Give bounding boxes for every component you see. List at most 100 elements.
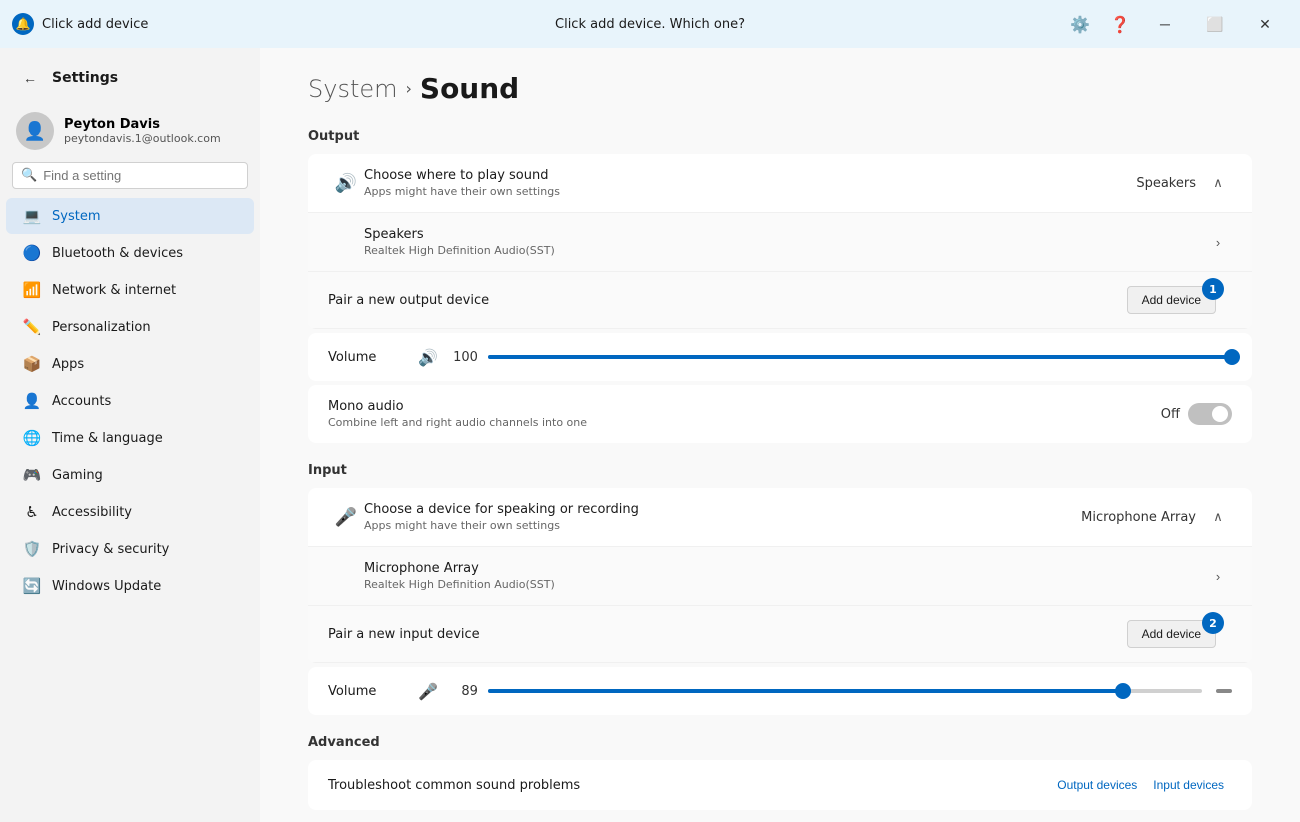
mic-array-row[interactable]: Microphone Array Realtek High Definition… [308,547,1252,606]
sidebar-item-label-privacy: Privacy & security [52,542,169,557]
mic-array-right: › [1204,562,1232,590]
mic-array-chevron[interactable]: › [1204,562,1232,590]
sidebar-item-label-accounts: Accounts [52,394,111,409]
choose-output-right: Speakers ∧ [1136,169,1232,197]
close-button[interactable]: ✕ [1242,8,1288,40]
mono-audio-row: Mono audio Combine left and right audio … [308,385,1252,443]
output-card: 🔊 Choose where to play sound Apps might … [308,154,1252,329]
choose-input-right: Microphone Array ∧ [1081,503,1232,531]
input-card: 🎤 Choose a device for speaking or record… [308,488,1252,663]
choose-output-subtitle: Apps might have their own settings [364,185,1136,198]
input-slider-track [488,689,1202,693]
network-nav-icon: 📶 [22,280,42,300]
input-devices-button[interactable]: Input devices [1145,774,1232,796]
input-section-title: Input [308,463,1252,478]
input-volume-label: Volume [328,684,408,699]
sidebar-item-time[interactable]: 🌐 Time & language [6,420,254,456]
input-slider-thumb[interactable] [1115,683,1131,699]
speakers-right: › [1204,228,1232,256]
mono-audio-subtitle: Combine left and right audio channels in… [328,416,1161,429]
output-slider-thumb[interactable] [1224,349,1240,365]
choose-input-title: Choose a device for speaking or recordin… [364,502,1081,517]
input-volume-slider[interactable] [488,681,1202,701]
sidebar: ← Settings 👤 Peyton Davis peytondavis.1@… [0,48,260,822]
search-box[interactable]: 🔍 [12,162,248,189]
personalization-nav-icon: ✏️ [22,317,42,337]
choose-input-subtitle: Apps might have their own settings [364,519,1081,532]
sidebar-item-accounts[interactable]: 👤 Accounts [6,383,254,419]
input-volume-value: 89 [448,684,478,699]
sidebar-item-privacy[interactable]: 🛡️ Privacy & security [6,531,254,567]
sidebar-item-label-apps: Apps [52,357,84,372]
pair-input-row: Pair a new input device Add device 2 [308,606,1252,663]
sidebar-item-network[interactable]: 📶 Network & internet [6,272,254,308]
titlebar-controls: ⚙️ ❓ ─ ⬜ ✕ [1062,6,1288,42]
choose-input-row[interactable]: 🎤 Choose a device for speaking or record… [308,488,1252,547]
user-name: Peyton Davis [64,117,221,132]
speakers-content: Speakers Realtek High Definition Audio(S… [364,227,1204,257]
mono-audio-card: Mono audio Combine left and right audio … [308,385,1252,443]
breadcrumb-separator: › [406,79,412,98]
privacy-nav-icon: 🛡️ [22,539,42,559]
pair-output-badge-wrapper: Add device 1 [1127,286,1216,314]
sidebar-item-label-gaming: Gaming [52,468,103,483]
output-volume-label: Volume [328,350,408,365]
apps-nav-icon: 📦 [22,354,42,374]
sidebar-item-label-update: Windows Update [52,579,161,594]
user-profile: 👤 Peyton Davis peytondavis.1@outlook.com [0,104,260,162]
choose-output-value: Speakers [1136,176,1196,191]
speakers-title: Speakers [364,227,1204,242]
output-volume-value: 100 [448,350,478,365]
search-input[interactable] [43,168,239,183]
settings-icon[interactable]: ⚙️ [1062,6,1098,42]
speakers-chevron[interactable]: › [1204,228,1232,256]
gaming-nav-icon: 🎮 [22,465,42,485]
output-expand-button[interactable]: ∧ [1204,169,1232,197]
input-badge: 2 [1202,612,1224,634]
sidebar-item-label-accessibility: Accessibility [52,505,132,520]
sidebar-item-update[interactable]: 🔄 Windows Update [6,568,254,604]
accessibility-nav-icon: ♿ [22,502,42,522]
sidebar-item-label-personalization: Personalization [52,320,151,335]
pair-output-row: Pair a new output device Add device 1 [308,272,1252,329]
mic-array-content: Microphone Array Realtek High Definition… [364,561,1204,591]
back-button[interactable]: ← [16,64,44,92]
choose-output-row[interactable]: 🔊 Choose where to play sound Apps might … [308,154,1252,213]
breadcrumb-parent[interactable]: System [308,75,398,103]
advanced-section: Advanced Troubleshoot common sound probl… [308,735,1252,810]
sidebar-item-bluetooth[interactable]: 🔵 Bluetooth & devices [6,235,254,271]
sidebar-item-label-system: System [52,209,100,224]
restore-button[interactable]: ⬜ [1192,8,1238,40]
mic-icon: 🎤 [328,507,364,528]
sidebar-item-gaming[interactable]: 🎮 Gaming [6,457,254,493]
mono-audio-title: Mono audio [328,399,1161,414]
speakers-row[interactable]: Speakers Realtek High Definition Audio(S… [308,213,1252,272]
input-slider-fill [488,689,1124,693]
input-expand-button[interactable]: ∧ [1204,503,1232,531]
pair-output-label: Pair a new output device [328,293,1127,308]
mono-audio-content: Mono audio Combine left and right audio … [328,399,1161,429]
mono-audio-right: Off [1161,403,1232,425]
sidebar-item-system[interactable]: 💻 System [6,198,254,234]
search-icon: 🔍 [21,168,37,183]
minimize-button[interactable]: ─ [1142,8,1188,40]
app-logo: 🔔 [12,13,34,35]
time-nav-icon: 🌐 [22,428,42,448]
bluetooth-nav-icon: 🔵 [22,243,42,263]
sidebar-app-title: Settings [52,70,118,86]
sidebar-item-accessibility[interactable]: ♿ Accessibility [6,494,254,530]
output-slider-fill [488,355,1232,359]
sidebar-item-apps[interactable]: 📦 Apps [6,346,254,382]
help-icon[interactable]: ❓ [1102,6,1138,42]
sidebar-item-personalization[interactable]: ✏️ Personalization [6,309,254,345]
output-devices-button[interactable]: Output devices [1049,774,1145,796]
content-area: System › Sound Output 🔊 Choose where to … [260,48,1300,822]
titlebar-left: 🔔 Click add device [12,13,148,35]
input-volume-row: Volume 🎤 89 [308,667,1252,715]
app-body: ← Settings 👤 Peyton Davis peytondavis.1@… [0,48,1300,822]
output-volume-slider[interactable] [488,347,1232,367]
mono-audio-toggle[interactable] [1188,403,1232,425]
titlebar: 🔔 Click add device Click add device. Whi… [0,0,1300,48]
system-nav-icon: 💻 [22,206,42,226]
input-volume-icon: 🎤 [418,682,438,701]
